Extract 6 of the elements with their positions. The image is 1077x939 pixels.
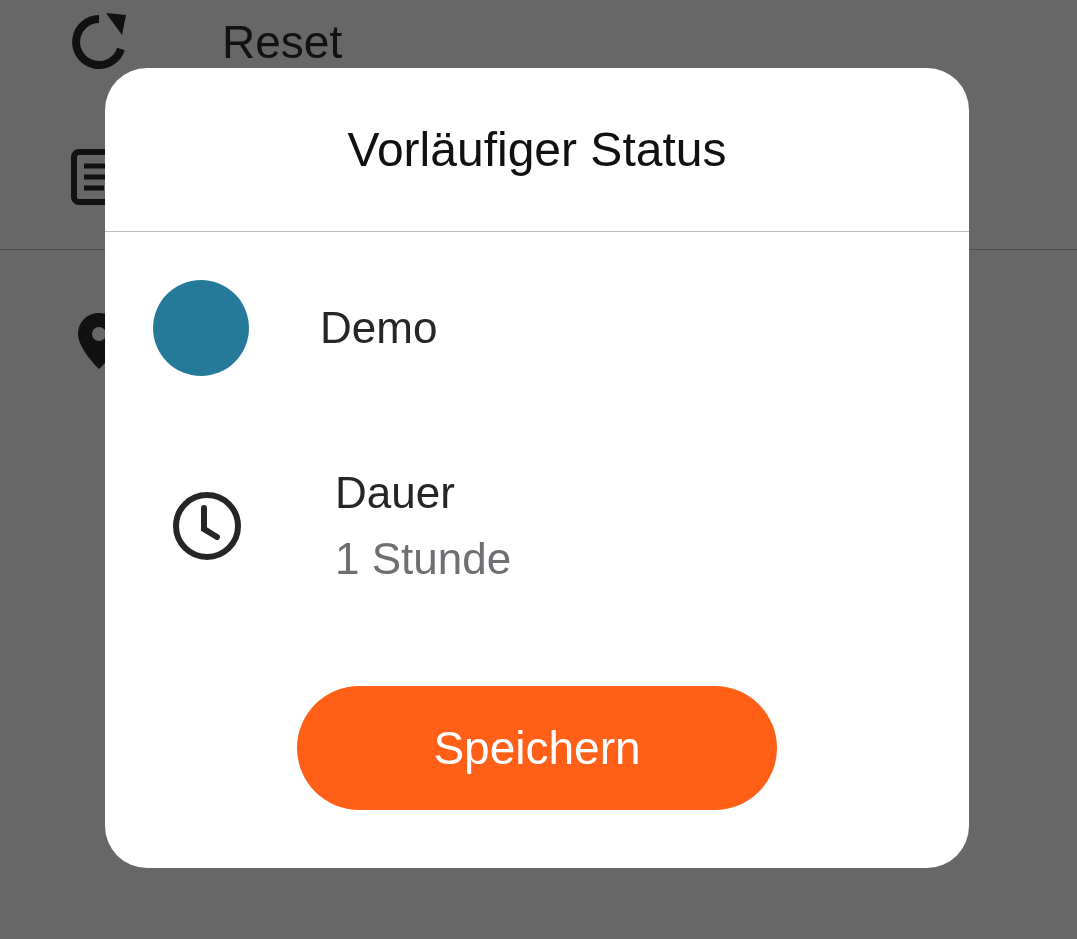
dialog-title: Vorläufiger Status bbox=[105, 68, 969, 232]
duration-value[interactable]: 1 Stunde bbox=[335, 526, 512, 592]
clock-icon bbox=[171, 490, 243, 562]
duration-label: Dauer bbox=[335, 467, 456, 519]
status-label[interactable]: Demo bbox=[320, 295, 438, 361]
save-button[interactable]: Speichern bbox=[297, 686, 777, 810]
